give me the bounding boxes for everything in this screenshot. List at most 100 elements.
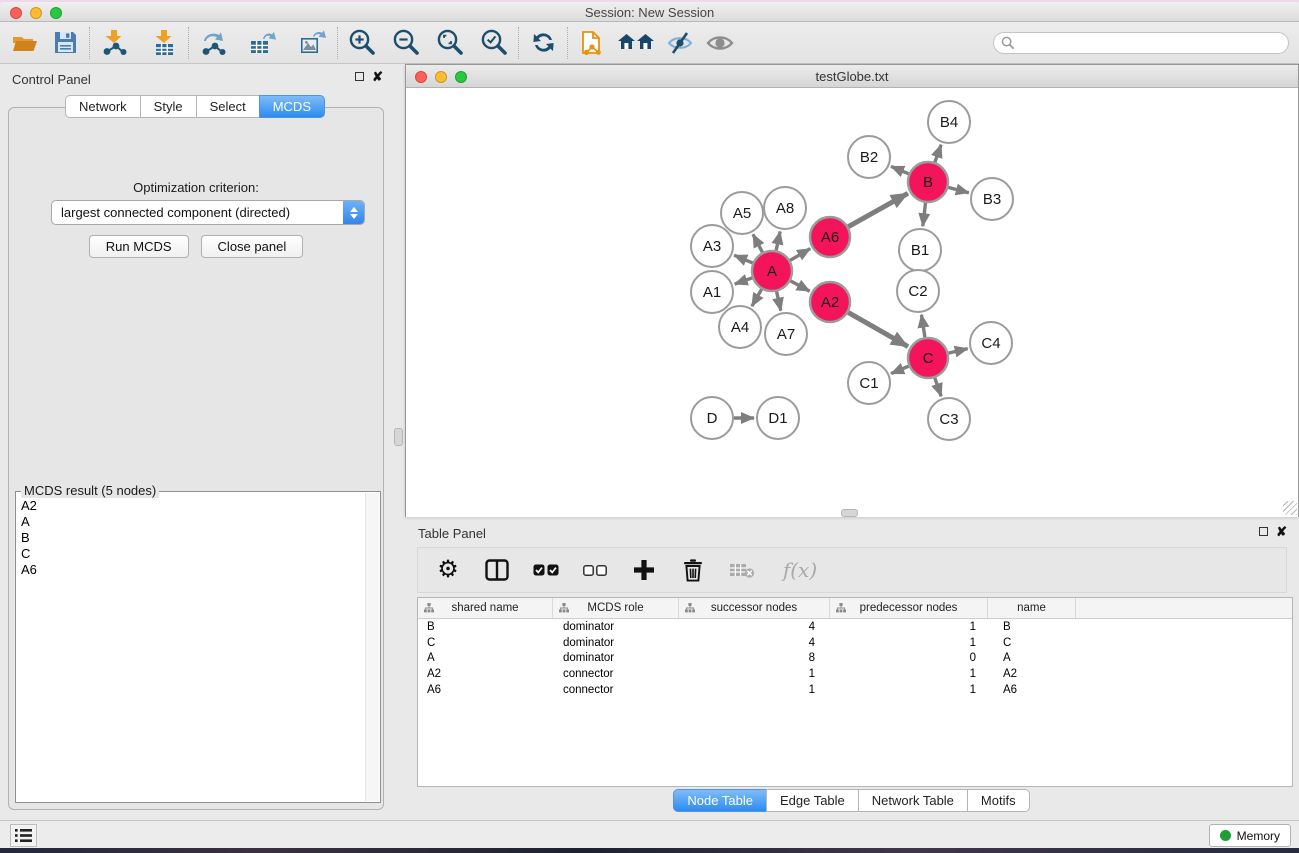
zoom-selected-button[interactable] — [479, 28, 509, 58]
split-table-button[interactable] — [484, 557, 510, 583]
create-column-button[interactable] — [631, 557, 657, 583]
table-row[interactable]: A2connector11A2 — [418, 666, 1292, 682]
mcds-result-item[interactable]: B — [21, 530, 364, 546]
function-builder-button[interactable]: f(x) — [778, 557, 822, 583]
tab-motifs[interactable]: Motifs — [967, 789, 1030, 812]
graph-edge-B-B3[interactable] — [948, 187, 969, 192]
graph-edge-A6-B[interactable] — [848, 193, 908, 226]
mcds-result-item[interactable]: C — [21, 546, 364, 562]
table-row[interactable]: A6connector11A6 — [418, 682, 1292, 698]
search-input[interactable] — [993, 32, 1289, 54]
graph-edge-A-A6[interactable] — [790, 249, 810, 261]
export-image-button[interactable] — [298, 28, 328, 58]
graph-node-A2[interactable]: A2 — [810, 282, 850, 322]
column-header-mcds-role[interactable]: MCDS role — [553, 598, 679, 618]
delete-column-button[interactable] — [680, 557, 706, 583]
graph-node-D[interactable]: D — [691, 397, 733, 439]
table-row[interactable]: Adominator80A — [418, 650, 1292, 666]
zoom-in-button[interactable] — [347, 28, 377, 58]
graph-node-A6[interactable]: A6 — [810, 217, 850, 257]
mcds-result-item[interactable]: A6 — [21, 562, 364, 578]
graph-node-A8[interactable]: A8 — [764, 187, 806, 229]
network-canvas[interactable]: AA1A3A5A8A4A7A6A2BB1B2B3B4CC1C2C3C4DD1 — [406, 89, 1298, 517]
graph-edge-B-B1[interactable] — [923, 203, 926, 226]
window-resize-grip[interactable] — [1283, 501, 1297, 515]
open-file-button[interactable] — [10, 28, 40, 58]
graph-node-D1[interactable]: D1 — [757, 397, 799, 439]
graph-node-A3[interactable]: A3 — [691, 225, 733, 267]
mcds-result-item[interactable]: A2 — [21, 498, 364, 514]
graph-edge-A-A1[interactable] — [735, 278, 753, 284]
table-settings-button[interactable]: ⚙ — [435, 557, 461, 583]
table-row[interactable]: Bdominator41B — [418, 619, 1292, 635]
graph-edge-C-C3[interactable] — [935, 378, 941, 396]
column-header-shared-name[interactable]: shared name — [418, 598, 553, 618]
import-network-button[interactable] — [99, 28, 129, 58]
mcds-list-scrollbar[interactable] — [365, 493, 379, 801]
close-panel-button[interactable]: Close panel — [201, 235, 304, 258]
graph-node-C4[interactable]: C4 — [970, 322, 1012, 364]
graph-node-B4[interactable]: B4 — [928, 101, 970, 143]
run-mcds-button[interactable]: Run MCDS — [89, 235, 189, 258]
graph-node-A5[interactable]: A5 — [721, 192, 763, 234]
graph-edge-A-A5[interactable] — [753, 234, 762, 252]
graph-edge-A-A7[interactable] — [777, 292, 781, 311]
column-header-predecessor-nodes[interactable]: predecessor nodes — [830, 598, 988, 618]
tab-node-table[interactable]: Node Table — [673, 789, 767, 812]
network-from-file-button[interactable] — [577, 28, 607, 58]
graph-node-C2[interactable]: C2 — [897, 270, 939, 312]
table-row[interactable]: Cdominator41C — [418, 635, 1292, 651]
home-button[interactable] — [617, 28, 655, 58]
graph-node-B1[interactable]: B1 — [899, 229, 941, 271]
graph-edge-B-B4[interactable] — [935, 145, 941, 163]
tab-edge-table[interactable]: Edge Table — [766, 789, 859, 812]
graph-node-A7[interactable]: A7 — [765, 313, 807, 355]
graph-edge-C-C1[interactable] — [891, 366, 909, 373]
export-network-button[interactable] — [198, 28, 228, 58]
memory-button[interactable]: Memory — [1209, 824, 1291, 847]
float-panel-icon[interactable] — [355, 72, 364, 81]
tab-style[interactable]: Style — [140, 95, 197, 118]
split-divider-handle-horizontal[interactable] — [841, 509, 858, 517]
export-table-button[interactable] — [248, 28, 278, 58]
graph-node-B[interactable]: B — [908, 162, 948, 202]
search-field[interactable] — [993, 32, 1289, 54]
graph-edge-A-A2[interactable] — [791, 281, 810, 291]
graph-edge-A2-C[interactable] — [848, 312, 908, 346]
tab-select[interactable]: Select — [196, 95, 260, 118]
graph-node-A1[interactable]: A1 — [691, 271, 733, 313]
close-panel-icon[interactable]: ✘ — [1276, 527, 1287, 536]
column-header-successor-nodes[interactable]: successor nodes — [679, 598, 830, 618]
task-history-button[interactable] — [10, 824, 37, 847]
import-table-button[interactable] — [149, 28, 179, 58]
graph-edge-B-B2[interactable] — [891, 166, 909, 173]
graph-edge-C-C2[interactable] — [922, 315, 925, 338]
network-window-titlebar[interactable]: testGlobe.txt — [406, 65, 1298, 88]
graph-node-B2[interactable]: B2 — [848, 136, 890, 178]
graph-node-C[interactable]: C — [908, 338, 948, 378]
criterion-dropdown[interactable]: largest connected component (directed) — [51, 200, 365, 225]
show-all-button[interactable] — [705, 28, 735, 58]
column-header-name[interactable]: name — [988, 598, 1076, 618]
tab-network[interactable]: Network — [65, 95, 141, 118]
mcds-result-item[interactable]: A — [21, 514, 364, 530]
graph-node-A[interactable]: A — [752, 251, 792, 291]
save-session-button[interactable] — [50, 28, 80, 58]
zoom-fit-button[interactable] — [435, 28, 465, 58]
tab-mcds[interactable]: MCDS — [259, 95, 325, 118]
hide-selected-button[interactable] — [665, 28, 695, 58]
tab-network-table[interactable]: Network Table — [858, 789, 968, 812]
delete-table-button[interactable] — [729, 557, 755, 583]
graph-node-B3[interactable]: B3 — [971, 178, 1013, 220]
graph-edge-C-C4[interactable] — [948, 349, 967, 354]
close-panel-icon[interactable]: ✘ — [372, 72, 383, 81]
graph-node-C3[interactable]: C3 — [928, 398, 970, 440]
select-all-button[interactable] — [533, 557, 559, 583]
graph-node-A4[interactable]: A4 — [719, 306, 761, 348]
zoom-out-button[interactable] — [391, 28, 421, 58]
graph-edge-A-A3[interactable] — [734, 255, 752, 263]
split-divider-handle-vertical[interactable] — [394, 428, 403, 446]
main-titlebar[interactable]: Session: New Session — [0, 2, 1299, 22]
graph-edge-A-A8[interactable] — [776, 232, 780, 251]
graph-edge-A-A4[interactable] — [752, 289, 762, 306]
